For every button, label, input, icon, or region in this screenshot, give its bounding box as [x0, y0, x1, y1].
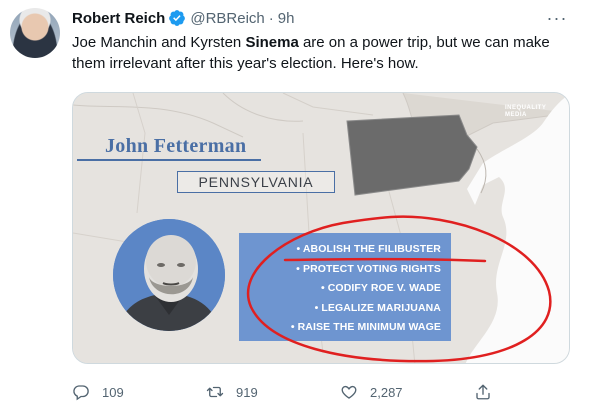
retweet-button[interactable]: 919 — [206, 383, 258, 401]
more-options-icon[interactable]: ··· — [545, 8, 569, 28]
verified-badge-icon — [169, 10, 186, 26]
tweet-text: Joe Manchin and Kyrsten Sinema are on a … — [72, 32, 582, 74]
name-underline-divider — [77, 159, 261, 161]
policy-item: • LEGALIZE MARIJUANA — [314, 301, 441, 314]
portrait-illustration — [113, 219, 225, 331]
like-icon — [341, 385, 357, 399]
candidate-name: John Fetterman — [105, 135, 247, 157]
tweet-action-bar: 109 919 2,287 — [72, 383, 512, 403]
candidate-portrait — [113, 219, 225, 331]
share-button[interactable] — [474, 383, 492, 401]
share-icon — [476, 384, 490, 400]
retweet-count: 919 — [236, 384, 258, 400]
tweet-text-bold: Sinema — [245, 34, 299, 51]
policy-item: • ABOLISH THE FILIBUSTER — [296, 243, 441, 255]
policy-item: • CODIFY ROE V. WADE — [320, 282, 441, 294]
policy-list-box: • ABOLISH THE FILIBUSTER • PROTECT VOTIN… — [239, 233, 451, 341]
tweet-timestamp[interactable]: 9h — [278, 10, 295, 27]
state-label: PENNSYLVANIA — [177, 171, 335, 193]
tweet-media-image[interactable]: INEQUALITY MEDIA John Fetterman PENNSYLV… — [72, 92, 570, 364]
watermark-logo: INEQUALITY MEDIA — [505, 105, 561, 119]
like-count: 2,287 — [370, 384, 403, 400]
reply-icon — [73, 385, 89, 401]
tweet-header: Robert Reich @RBReich · 9h — [72, 8, 294, 28]
author-handle[interactable]: @RBReich — [190, 10, 264, 27]
tweet-text-part1: Joe Manchin and Kyrsten — [72, 34, 246, 51]
author-name[interactable]: Robert Reich — [72, 10, 165, 27]
retweet-icon — [206, 386, 224, 398]
like-button[interactable]: 2,287 — [340, 383, 403, 401]
reply-button[interactable]: 109 — [72, 383, 124, 401]
reply-count: 109 — [102, 384, 124, 400]
policy-item: • PROTECT VOTING RIGHTS — [296, 262, 441, 275]
author-avatar[interactable] — [10, 8, 60, 58]
watermark-line1: INEQUALITY — [505, 105, 547, 111]
watermark-line2: MEDIA — [505, 112, 527, 118]
header-separator: · — [268, 9, 274, 27]
policy-item: • RAISE THE MINIMUM WAGE — [290, 321, 441, 333]
